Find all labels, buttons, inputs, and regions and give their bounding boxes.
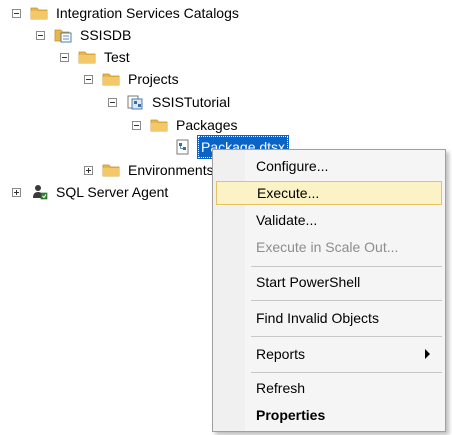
tree-node-test[interactable]: Test <box>60 46 132 68</box>
collapse-toggle-icon[interactable] <box>108 97 117 107</box>
tree-node-integration-services-catalogs[interactable]: Integration Services Catalogs <box>12 2 241 24</box>
tree-node-ssisdb[interactable]: SSISDB <box>36 24 133 46</box>
catalog-icon <box>54 29 72 43</box>
menu-item-find-invalid-objects[interactable]: Find Invalid Objects <box>216 306 442 330</box>
package-icon <box>176 139 189 155</box>
menu-separator <box>251 300 442 301</box>
menu-item-configure[interactable]: Configure... <box>216 154 442 178</box>
tree-node-ssistutorial[interactable]: SSISTutorial <box>108 91 232 113</box>
collapse-toggle-icon[interactable] <box>12 8 21 18</box>
menu-item-reports[interactable]: Reports <box>216 342 442 366</box>
menu-item-label: Execute... <box>257 185 320 201</box>
collapse-toggle-icon[interactable] <box>84 74 93 84</box>
menu-item-label: Validate... <box>256 212 318 228</box>
menu-item-label: Refresh <box>256 380 306 396</box>
tree-node-packages[interactable]: Packages <box>132 114 239 136</box>
menu-separator <box>251 266 442 267</box>
menu-item-label: Start PowerShell <box>256 274 361 290</box>
menu-item-label: Properties <box>256 407 326 423</box>
project-icon <box>127 95 143 110</box>
tree-node-label: SQL Server Agent <box>56 184 169 200</box>
submenu-arrow-icon <box>425 349 430 359</box>
folder-icon <box>102 73 120 86</box>
tree-node-label: Integration Services Catalogs <box>56 5 239 21</box>
folder-icon <box>102 164 120 177</box>
tree-node-label: Packages <box>176 117 238 133</box>
menu-item-label: Execute in Scale Out... <box>256 239 399 255</box>
menu-item-start-powershell[interactable]: Start PowerShell <box>216 270 442 294</box>
menu-separator <box>251 336 442 337</box>
tree-node-label: Test <box>104 49 130 65</box>
agent-icon <box>33 185 48 200</box>
menu-item-execute-in-scale-out: Execute in Scale Out... <box>216 235 442 259</box>
folder-icon <box>78 51 96 64</box>
folder-icon <box>30 7 48 20</box>
tree-node-label: Projects <box>128 71 179 87</box>
tree-node-sql-server-agent[interactable]: SQL Server Agent <box>12 181 170 203</box>
menu-item-execute[interactable]: Execute... <box>216 181 442 205</box>
context-menu: Configure... Execute... Validate... Exec… <box>212 149 446 432</box>
expand-toggle-icon[interactable] <box>84 165 93 175</box>
tree-node-label: SSISTutorial <box>152 94 231 110</box>
menu-separator <box>251 372 442 373</box>
tree-node-label: Environments <box>128 162 214 178</box>
menu-item-refresh[interactable]: Refresh <box>216 376 442 400</box>
menu-item-validate[interactable]: Validate... <box>216 208 442 232</box>
menu-item-label: Configure... <box>256 158 329 174</box>
menu-item-label: Find Invalid Objects <box>256 310 379 326</box>
expand-toggle-icon[interactable] <box>12 187 21 197</box>
tree-node-environments[interactable]: Environments <box>84 159 216 181</box>
collapse-toggle-icon[interactable] <box>132 120 141 130</box>
collapse-toggle-icon[interactable] <box>36 30 45 40</box>
menu-item-properties[interactable]: Properties <box>216 403 442 427</box>
tree-node-projects[interactable]: Projects <box>84 68 181 90</box>
collapse-toggle-icon[interactable] <box>60 52 69 62</box>
tree-node-label: SSISDB <box>80 27 132 43</box>
folder-icon <box>150 119 168 132</box>
menu-item-label: Reports <box>256 346 306 362</box>
